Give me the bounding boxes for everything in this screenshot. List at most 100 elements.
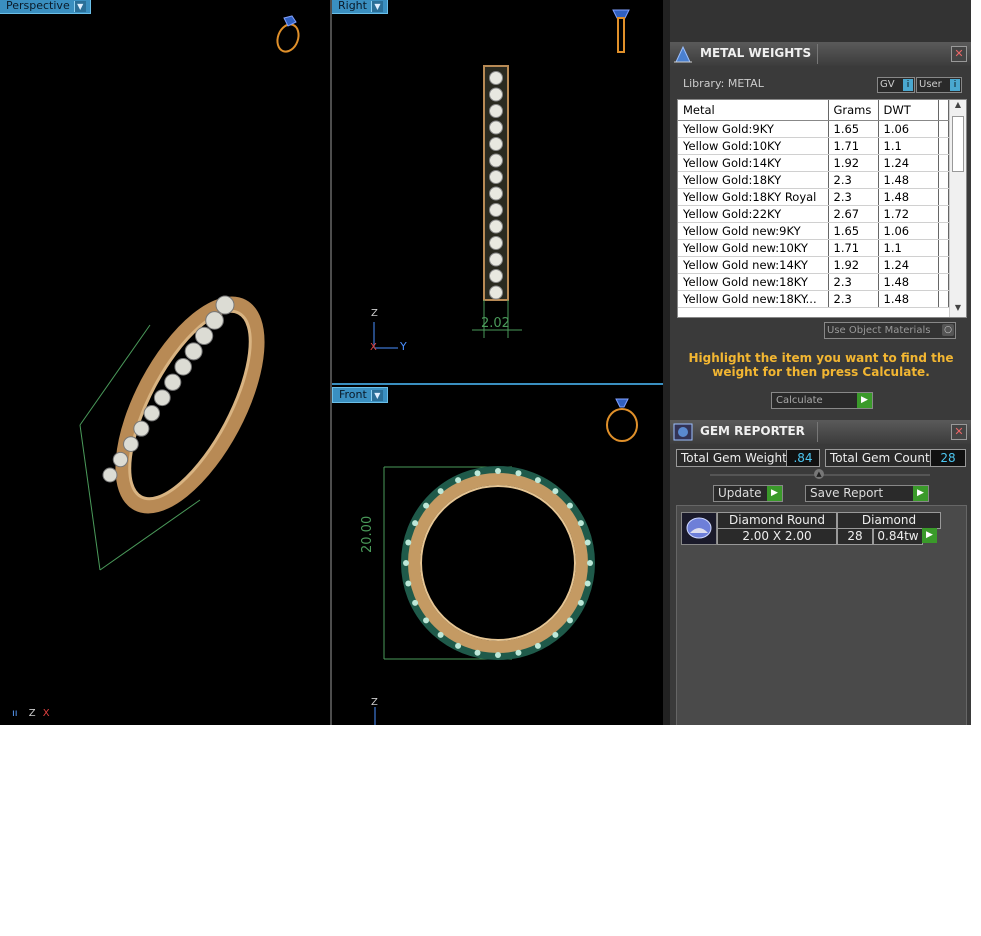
- table-cell-metal: Yellow Gold:9KY: [678, 120, 829, 138]
- gem-list-area[interactable]: Diamond Round Diamond 2.00 X 2.00 28 0.8…: [676, 505, 967, 725]
- viewport-perspective[interactable]: Perspective ▼ ıı Z X: [0, 0, 330, 725]
- gem-stone: [577, 599, 584, 606]
- table-row[interactable]: Yellow Gold new:14KY 1.92 1.24: [678, 256, 949, 274]
- table-row[interactable]: Yellow Gold:10KY 1.71 1.1: [678, 137, 949, 155]
- table-cell-dwt: 1.24: [878, 154, 939, 172]
- table-cell-grams: 1.65: [828, 222, 879, 240]
- panel-splitter[interactable]: [663, 0, 670, 725]
- update-button[interactable]: Update ▶: [713, 485, 783, 502]
- table-cell-spacer: [938, 273, 949, 291]
- splitter-handle[interactable]: ▲: [710, 469, 930, 479]
- table-cell-metal: Yellow Gold new:10KY: [678, 239, 829, 257]
- gem-stone: [174, 358, 192, 376]
- gem-stone: [489, 203, 503, 217]
- gem-stone: [495, 652, 501, 658]
- gem-list-item[interactable]: Diamond Round Diamond 2.00 X 2.00 28 0.8…: [681, 512, 941, 545]
- ring-perspective-view: [79, 295, 265, 571]
- column-header-metal[interactable]: Metal: [678, 100, 829, 121]
- scroll-up-icon[interactable]: ▲: [950, 100, 966, 114]
- gem-stone: [489, 104, 503, 118]
- table-cell-metal: Yellow Gold new:18KY: [678, 273, 829, 291]
- close-icon[interactable]: ✕: [951, 46, 967, 62]
- table-cell-spacer: [938, 188, 949, 206]
- diamond-thumbnail-icon: [681, 512, 717, 545]
- table-row[interactable]: Yellow Gold new:9KY 1.65 1.06: [678, 222, 949, 240]
- gem-details-button[interactable]: ▶: [922, 528, 937, 543]
- gem-stone: [489, 153, 503, 168]
- scroll-down-icon[interactable]: ▼: [950, 303, 966, 317]
- gem-stone: [552, 488, 559, 495]
- toggle-circle-icon: ○: [942, 324, 954, 336]
- table-cell-metal: Yellow Gold:18KY Royal: [678, 188, 829, 206]
- ring-front-view: [383, 466, 595, 660]
- gem-stone: [584, 539, 591, 546]
- table-row[interactable]: Yellow Gold:18KY Royal 2.3 1.48: [678, 188, 949, 206]
- table-cell-dwt: 1.48: [878, 273, 939, 291]
- table-scrollbar[interactable]: ▲ ▼: [949, 100, 966, 317]
- table-row[interactable]: Yellow Gold:18KY 2.3 1.48: [678, 171, 949, 189]
- gv-toggle[interactable]: GV i: [877, 77, 915, 93]
- use-object-materials-toggle[interactable]: Use Object Materials ○: [824, 322, 956, 339]
- gem-stone: [474, 649, 481, 656]
- table-row[interactable]: Yellow Gold:22KY 2.67 1.72: [678, 205, 949, 223]
- axis-label-x: X: [370, 342, 377, 353]
- total-gem-count-label: Total Gem Count: [825, 449, 931, 467]
- gem-stone: [584, 580, 591, 587]
- app-window: Perspective ▼ ıı Z X Right ▼ 2.02 Z X Y …: [0, 0, 971, 725]
- table-cell-metal: Yellow Gold:22KY: [678, 205, 829, 223]
- gem-stone: [455, 642, 462, 649]
- table-cell-metal: Yellow Gold:14KY: [678, 154, 829, 172]
- table-row[interactable]: Yellow Gold new:18KY 2.3 1.48: [678, 273, 949, 291]
- gem-stone: [437, 488, 444, 495]
- viewport-right[interactable]: Right ▼ 2.02 Z X Y: [332, 0, 663, 383]
- column-header-grams[interactable]: Grams: [828, 100, 879, 121]
- calculate-button[interactable]: Calculate ▶: [771, 392, 873, 409]
- axis-label-z: Z: [371, 308, 378, 319]
- column-header-dwt[interactable]: DWT: [878, 100, 939, 121]
- table-cell-spacer: [938, 256, 949, 274]
- table-cell-grams: 1.65: [828, 120, 879, 138]
- total-gem-weight-value: .84: [786, 449, 820, 467]
- table-cell-grams: 1.71: [828, 137, 879, 155]
- user-toggle[interactable]: User i: [916, 77, 962, 93]
- gem-stone: [489, 170, 503, 184]
- table-cell-grams: 2.3: [828, 171, 879, 189]
- table-cell-dwt: 1.1: [878, 239, 939, 257]
- gem-stone: [489, 236, 503, 250]
- table-cell-grams: 2.3: [828, 290, 879, 308]
- header-separator: [817, 422, 818, 442]
- gem-stone: [587, 560, 593, 566]
- gem-stone: [474, 470, 481, 477]
- table-cell-metal: Yellow Gold:10KY: [678, 137, 829, 155]
- gem-stone: [515, 470, 522, 477]
- table-row[interactable]: Yellow Gold:14KY 1.92 1.24: [678, 154, 949, 172]
- metal-table-container[interactable]: Metal Grams DWT Yellow Gold:9KY 1.65 1.06 Y…: [677, 99, 967, 318]
- gem-size: 2.00 X 2.00: [717, 528, 837, 545]
- gem-stone: [566, 617, 573, 624]
- table-cell-grams: 2.67: [828, 205, 879, 223]
- play-arrow-icon: ▶: [767, 486, 782, 501]
- gem-stone: [455, 477, 462, 484]
- table-row[interactable]: Yellow Gold new:10KY 1.71 1.1: [678, 239, 949, 257]
- gem-stone: [566, 502, 573, 509]
- gem-stone: [577, 520, 584, 527]
- gem-stone: [515, 649, 522, 656]
- table-cell-metal: Yellow Gold new:14KY: [678, 256, 829, 274]
- close-icon[interactable]: ✕: [951, 424, 967, 440]
- dimension-label-width: 2.02: [481, 316, 510, 331]
- viewport-front[interactable]: Front ▼ 20.00 Z: [332, 385, 663, 725]
- table-cell-spacer: [938, 290, 949, 308]
- metal-table: Metal Grams DWT Yellow Gold:9KY 1.65 1.06 Y…: [678, 100, 949, 308]
- gem-stone: [405, 539, 412, 546]
- table-cell-dwt: 1.48: [878, 171, 939, 189]
- metal-weights-header: METAL WEIGHTS ✕: [670, 42, 971, 66]
- scroll-thumb[interactable]: [952, 116, 964, 172]
- chevron-up-icon[interactable]: ▲: [814, 469, 824, 479]
- table-row[interactable]: Yellow Gold new:18KY... 2.3 1.48: [678, 290, 949, 308]
- table-cell-spacer: [938, 137, 949, 155]
- save-report-button[interactable]: Save Report ▶: [805, 485, 929, 502]
- table-row[interactable]: Yellow Gold:9KY 1.65 1.06: [678, 120, 949, 138]
- gem-stone: [489, 186, 503, 201]
- side-panel: METAL WEIGHTS ✕ Library: METAL GV i User…: [670, 0, 971, 725]
- gem-stone: [489, 269, 503, 283]
